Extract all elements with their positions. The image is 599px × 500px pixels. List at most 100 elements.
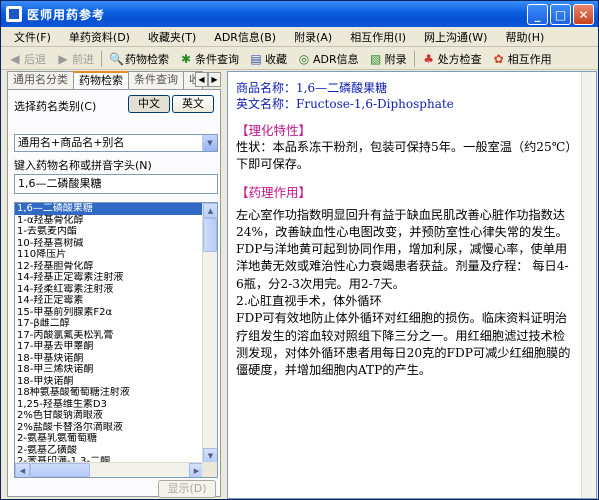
toolbar: ◀ 后退 ▶ 前进 🔍 药物检索 ✱ 条件查询 ▤ 收藏 ◎ ADR信息 ▧ 附… bbox=[1, 48, 598, 70]
list-item[interactable]: 18-甲基炔诺酮 bbox=[15, 353, 204, 365]
list-item[interactable]: 2%色甘酸钠滴眼液 bbox=[15, 410, 204, 422]
list-item[interactable]: 2-氨基乳氨葡萄糖 bbox=[15, 433, 204, 445]
en-name-value: Fructose-1,6-Diphosphate bbox=[296, 97, 454, 111]
appendix-label: 附录 bbox=[384, 52, 407, 66]
section-physchem-heading: 【理化特性】 bbox=[236, 123, 312, 138]
cn-name-line: 商品名称：1,6—二磷酸果糖 bbox=[236, 80, 576, 96]
list-item[interactable]: 1-α羟基骨化醇 bbox=[15, 215, 204, 227]
tab-condition-query[interactable]: 条件查询 bbox=[128, 71, 184, 89]
detail-pane: 商品名称：1,6—二磷酸果糖 英文名称：Fructose-1,6-Diphosp… bbox=[227, 71, 597, 499]
list-item[interactable]: 18-甲炔诺酮 bbox=[15, 376, 204, 388]
chevron-down-icon[interactable]: ▼ bbox=[202, 135, 217, 151]
list-item[interactable]: 2-氨基乙磺酸 bbox=[15, 445, 204, 457]
list-item[interactable]: 17-β雌二醇 bbox=[15, 318, 204, 330]
section-physchem-text: 性状：本品系冻干粉剂，包装可保持5年。一般室温（约25℃）下即可保存。 bbox=[236, 140, 572, 172]
search-panel: 选择药名类别(C) 中文 英文 通用名+商品名+别名 ▼ 键入药物名称或拼音字头… bbox=[7, 89, 221, 498]
name-category-select[interactable]: 通用名+商品名+别名 ▼ bbox=[14, 134, 218, 152]
list-item[interactable]: 14-羟基正定霉素注射液 bbox=[15, 272, 204, 284]
pills-icon: ♣ bbox=[423, 51, 435, 66]
adr-info-button[interactable]: ◎ ADR信息 bbox=[292, 49, 364, 69]
drug-name-input[interactable]: 1,6—二磷酸果糖 bbox=[14, 174, 218, 194]
drug-list-items: 1,6—二磷酸果糖 1-α羟基骨化醇 1-去氨麦内酯 10-羟基喜树碱 110降压片 12… bbox=[15, 203, 204, 463]
menu-favorites[interactable]: 收藏夹(T) bbox=[139, 29, 205, 45]
list-item[interactable]: 12-羟基胆骨化醇 bbox=[15, 261, 204, 273]
list-item[interactable]: 2%盐酸卡替洛尔滴眼液 bbox=[15, 422, 204, 434]
condition-query-button[interactable]: ✱ 条件查询 bbox=[174, 49, 244, 69]
name-category-value: 通用名+商品名+别名 bbox=[18, 136, 125, 149]
appendix-button[interactable]: ▧ 附录 bbox=[364, 49, 412, 69]
chinese-button[interactable]: 中文 bbox=[128, 95, 170, 113]
back-arrow-icon: ◀ bbox=[10, 51, 20, 66]
detail-vertical-scrollbar[interactable] bbox=[581, 72, 596, 498]
input-label: 键入药物名称或拼音字头(N) bbox=[14, 159, 152, 172]
scroll-up-icon[interactable]: ▲ bbox=[203, 203, 217, 218]
english-button[interactable]: 英文 bbox=[172, 95, 214, 113]
category-label: 选择药名类别(C) bbox=[14, 100, 97, 113]
menu-bar: 文件(F) 单药资料(D) 收藏夹(T) ADR信息(B) 附录(A) 相互作用… bbox=[1, 27, 598, 47]
close-button[interactable]: ✕ bbox=[573, 4, 594, 25]
menu-appendix[interactable]: 附录(A) bbox=[285, 29, 341, 45]
list-item[interactable]: 1-去氨麦内酯 bbox=[15, 226, 204, 238]
cn-name-value: 1,6—二磷酸果糖 bbox=[296, 81, 388, 95]
list-item[interactable]: 18-甲三烯炔诺酮 bbox=[15, 364, 204, 376]
pharmacology-paragraph: 2.心肛直视手术，体外循环 bbox=[236, 294, 382, 309]
condition-query-label: 条件查询 bbox=[195, 52, 239, 66]
list-vscroll-thumb[interactable] bbox=[203, 218, 217, 252]
list-item[interactable]: 15-甲基前列腺素F2α bbox=[15, 307, 204, 319]
back-label: 后退 bbox=[24, 52, 46, 66]
list-item[interactable]: 14-羟柔红霉素注射液 bbox=[15, 284, 204, 296]
show-button[interactable]: 显示(D) bbox=[158, 480, 216, 498]
en-name-line: 英文名称：Fructose-1,6-Diphosphate bbox=[236, 96, 576, 112]
list-horizontal-scrollbar[interactable]: ◀ ▶ bbox=[15, 462, 204, 477]
list-hscroll-thumb[interactable] bbox=[30, 463, 90, 477]
forward-arrow-icon: ▶ bbox=[58, 51, 68, 66]
tab-scroll-right-icon[interactable]: ▶ bbox=[208, 72, 221, 87]
detail-content: 商品名称：1,6—二磷酸果糖 英文名称：Fructose-1,6-Diphosp… bbox=[236, 80, 576, 380]
menu-drug-info[interactable]: 单药资料(D) bbox=[60, 29, 139, 45]
app-window: 医师用药参考 _ □ ✕ 文件(F) 单药资料(D) 收藏夹(T) ADR信息(… bbox=[0, 0, 599, 500]
pharmacology-paragraph: FDP与洋地黄可起到协同作用，增加利尿，减慢心率，使单用洋地黄无效或难治性心力衰… bbox=[236, 242, 569, 291]
toolbar-separator bbox=[413, 50, 415, 67]
interaction-label: 相互作用 bbox=[507, 52, 552, 66]
tab-strip: 通用名分类 药物检索 条件查询 收藏 bbox=[7, 71, 203, 90]
maximize-button[interactable]: □ bbox=[550, 4, 571, 25]
notepad-icon: ▧ bbox=[369, 51, 382, 66]
minimize-button[interactable]: _ bbox=[527, 4, 548, 25]
back-button[interactable]: ◀ 后退 bbox=[3, 49, 51, 69]
scroll-left-icon[interactable]: ◀ bbox=[15, 463, 30, 477]
puzzle-icon: ✱ bbox=[180, 51, 192, 66]
favorites-label: 收藏 bbox=[265, 52, 287, 66]
tab-scroll-left-icon[interactable]: ◀ bbox=[195, 72, 208, 87]
adr-info-label: ADR信息 bbox=[313, 52, 359, 66]
forward-label: 前进 bbox=[72, 52, 94, 66]
list-item[interactable]: 1,25-羟基维生素D3 bbox=[15, 399, 204, 411]
drug-search-button[interactable]: 🔍 药物检索 bbox=[104, 49, 174, 69]
list-item[interactable]: 18种氨基酸葡萄糖注射液 bbox=[15, 387, 204, 399]
tab-scroll-arrows: ◀ ▶ bbox=[195, 72, 221, 87]
tab-generic-category[interactable]: 通用名分类 bbox=[7, 71, 74, 89]
list-vertical-scrollbar[interactable]: ▲ ▼ bbox=[202, 203, 217, 463]
list-item[interactable]: 17-甲基去甲睾酮 bbox=[15, 341, 204, 353]
interaction-button[interactable]: ✿ 相互作用 bbox=[487, 49, 557, 69]
menu-help[interactable]: 帮助(H) bbox=[496, 29, 553, 45]
section-pharmacology-heading: 【药理作用】 bbox=[236, 184, 312, 200]
list-item[interactable]: 110降压片 bbox=[15, 249, 204, 261]
list-item[interactable]: 17-丙酸氯氟美松乳膏 bbox=[15, 330, 204, 342]
menu-file[interactable]: 文件(F) bbox=[5, 29, 60, 45]
favorites-button[interactable]: ▤ 收藏 bbox=[244, 49, 292, 69]
menu-adr[interactable]: ADR信息(B) bbox=[205, 29, 285, 45]
list-item[interactable]: 14-羟正定霉素 bbox=[15, 295, 204, 307]
molecule-icon: ✿ bbox=[493, 51, 504, 66]
tab-drug-search[interactable]: 药物检索 bbox=[73, 71, 129, 90]
forward-button[interactable]: ▶ 前进 bbox=[51, 49, 99, 69]
scroll-down-icon[interactable]: ▼ bbox=[203, 448, 217, 463]
menu-interaction[interactable]: 相互作用(I) bbox=[341, 29, 415, 45]
list-item[interactable]: 1,6—二磷酸果糖 bbox=[15, 203, 204, 215]
list-item[interactable]: 10-羟基喜树碱 bbox=[15, 238, 204, 250]
prescription-check-button[interactable]: ♣ 处方检查 bbox=[417, 49, 487, 69]
title-bar[interactable]: 医师用药参考 _ □ ✕ bbox=[1, 1, 598, 27]
menu-online[interactable]: 网上沟通(W) bbox=[415, 29, 496, 45]
book-icon: ▤ bbox=[250, 51, 262, 66]
pharmacology-paragraph: FDP可有效地防止体外循环对红细胞的损伤。临床资料证明治疗组发生的溶血较对照组下… bbox=[236, 311, 571, 378]
scroll-corner bbox=[202, 462, 217, 477]
